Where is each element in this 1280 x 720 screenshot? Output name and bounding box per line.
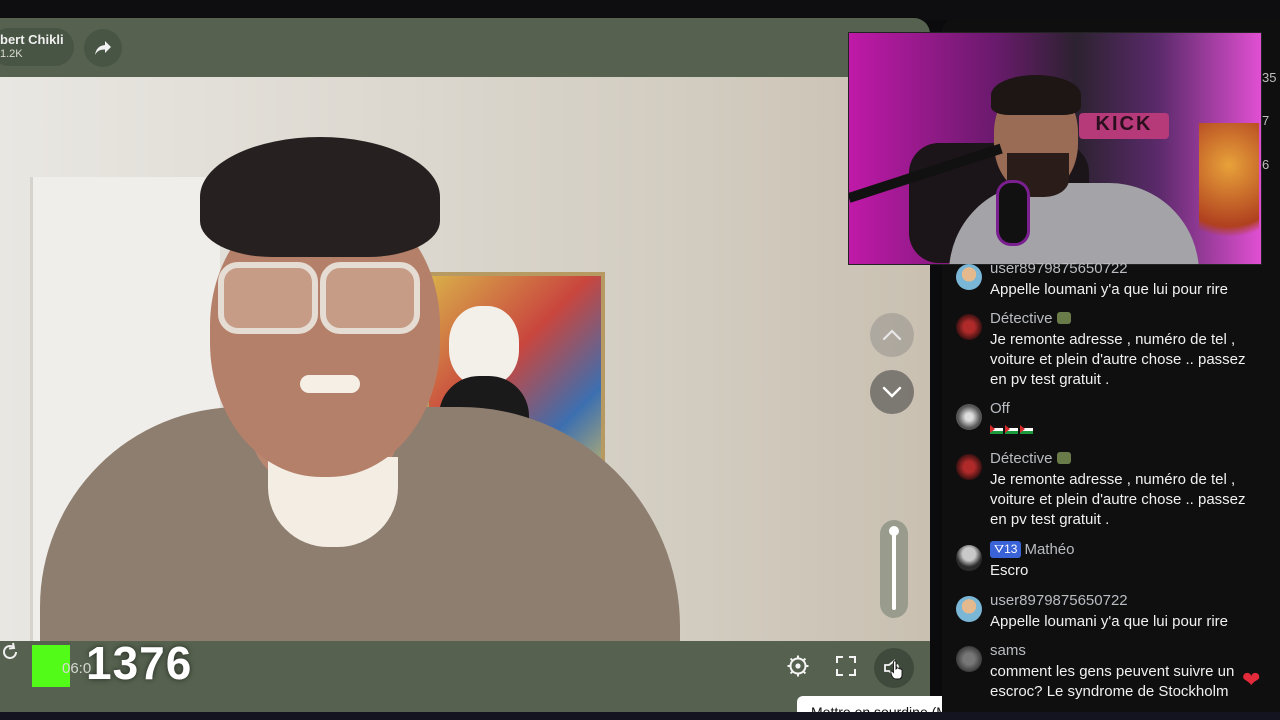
host-name[interactable]: bert Chikli — [0, 32, 74, 47]
chat-username[interactable]: ⛛13 Mathéo — [990, 541, 1075, 558]
subscriber-badge: ⛛13 — [990, 541, 1022, 558]
chat-text: Escro — [990, 562, 1029, 579]
bottom-stripe — [0, 712, 1280, 720]
volume-slider[interactable] — [880, 520, 908, 618]
chat-username[interactable]: Off — [990, 400, 1010, 417]
avatar[interactable] — [956, 545, 982, 571]
chat-username[interactable]: user8979875650722 — [990, 592, 1128, 609]
avatar[interactable] — [956, 314, 982, 340]
microphone — [999, 183, 1027, 243]
chat-text — [990, 420, 1262, 440]
top-band — [0, 0, 1280, 20]
app-root: bert Chikli 1.2K 06:0 1376 35 7 6 KICK u… — [0, 0, 1280, 720]
webcam-sign: KICK — [1079, 113, 1169, 139]
viewer-count: 1376 — [86, 637, 193, 689]
video-frame[interactable] — [0, 77, 930, 641]
next-stream-button[interactable] — [870, 370, 914, 414]
previous-stream-button[interactable] — [870, 313, 914, 357]
fullscreen-button[interactable] — [831, 651, 861, 681]
avatar[interactable] — [956, 404, 982, 430]
stream-panel: bert Chikli 1.2K — [0, 18, 930, 720]
avatar[interactable] — [956, 646, 982, 672]
avatar[interactable] — [956, 596, 982, 622]
avatar[interactable] — [956, 454, 982, 480]
hand-cursor-icon — [890, 660, 903, 680]
side-number: 6 — [1262, 157, 1270, 172]
palestine-flag-icon — [1005, 425, 1018, 434]
host-info[interactable]: bert Chikli 1.2K — [0, 28, 74, 66]
chat-text: comment les gens peuvent suivre un escro… — [990, 663, 1235, 700]
side-number: 7 — [1262, 113, 1270, 128]
avatar[interactable] — [956, 264, 982, 290]
fullscreen-icon — [836, 656, 856, 676]
chat-username[interactable]: user8979875650722 — [990, 260, 1128, 277]
detective-icon — [1056, 312, 1071, 324]
chat-username[interactable]: Détective — [990, 310, 1071, 327]
chat-text: Je remonte adresse , numéro de tel , voi… — [990, 471, 1246, 528]
palestine-flag-icon — [990, 425, 1003, 434]
detective-icon — [1056, 452, 1071, 464]
settings-button[interactable] — [783, 651, 813, 681]
chat-text: Appelle loumani y'a que lui pour rire — [990, 281, 1229, 298]
gear-icon — [787, 655, 809, 677]
chevron-up-icon — [882, 329, 902, 341]
volume-thumb[interactable] — [889, 526, 899, 536]
reload-icon[interactable] — [0, 642, 20, 662]
chevron-down-icon — [882, 386, 902, 398]
webcam-overlay: KICK — [848, 32, 1262, 265]
chat-text: Appelle loumani y'a que lui pour rire — [990, 613, 1229, 630]
share-button[interactable] — [84, 29, 122, 67]
share-icon — [95, 41, 111, 55]
chat-username[interactable]: sams — [990, 642, 1026, 659]
chat-text: Je remonte adresse , numéro de tel , voi… — [990, 331, 1246, 388]
chat-username[interactable]: Détective — [990, 450, 1071, 467]
host-followers: 1.2K — [0, 48, 23, 60]
palestine-flag-icon — [1020, 425, 1033, 434]
heart-icon[interactable]: ❤ — [1242, 667, 1260, 693]
volume-fill — [892, 528, 896, 610]
side-number: 35 — [1262, 70, 1277, 85]
